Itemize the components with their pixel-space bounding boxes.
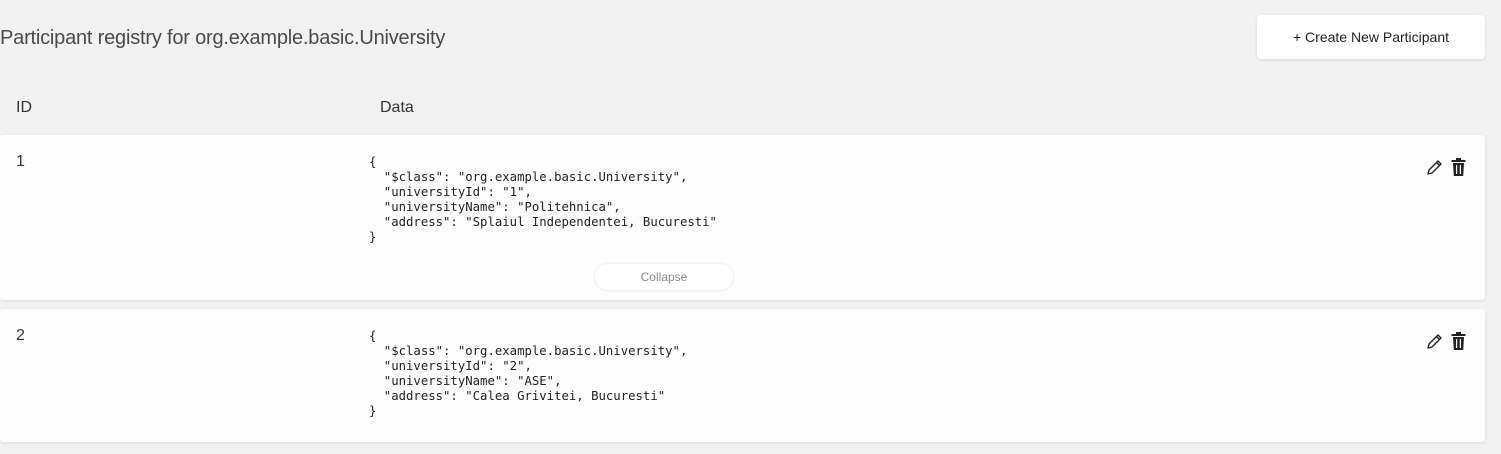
column-header-id: ID (16, 99, 32, 116)
row-json-data: { "$class": "org.example.basic.Universit… (369, 155, 717, 244)
create-participant-button[interactable]: + Create New Participant (1257, 15, 1485, 59)
row-json-data: { "$class": "org.example.basic.Universit… (369, 329, 688, 418)
row-actions (1425, 157, 1467, 177)
pencil-icon[interactable] (1425, 157, 1443, 177)
collapse-button[interactable]: Collapse (595, 264, 733, 290)
trash-icon[interactable] (1449, 157, 1467, 177)
trash-icon[interactable] (1449, 331, 1467, 351)
table-row: 2 { "$class": "org.example.basic.Univers… (0, 309, 1485, 442)
row-actions (1425, 331, 1467, 351)
pencil-icon[interactable] (1425, 331, 1443, 351)
page-title: Participant registry for org.example.bas… (0, 27, 446, 49)
row-id: 2 (16, 327, 25, 344)
row-id: 1 (16, 153, 25, 170)
participant-registry-page: Participant registry for org.example.bas… (0, 0, 1501, 454)
table-row: 1 { "$class": "org.example.basic.Univers… (0, 135, 1485, 300)
column-header-data: Data (380, 99, 414, 116)
